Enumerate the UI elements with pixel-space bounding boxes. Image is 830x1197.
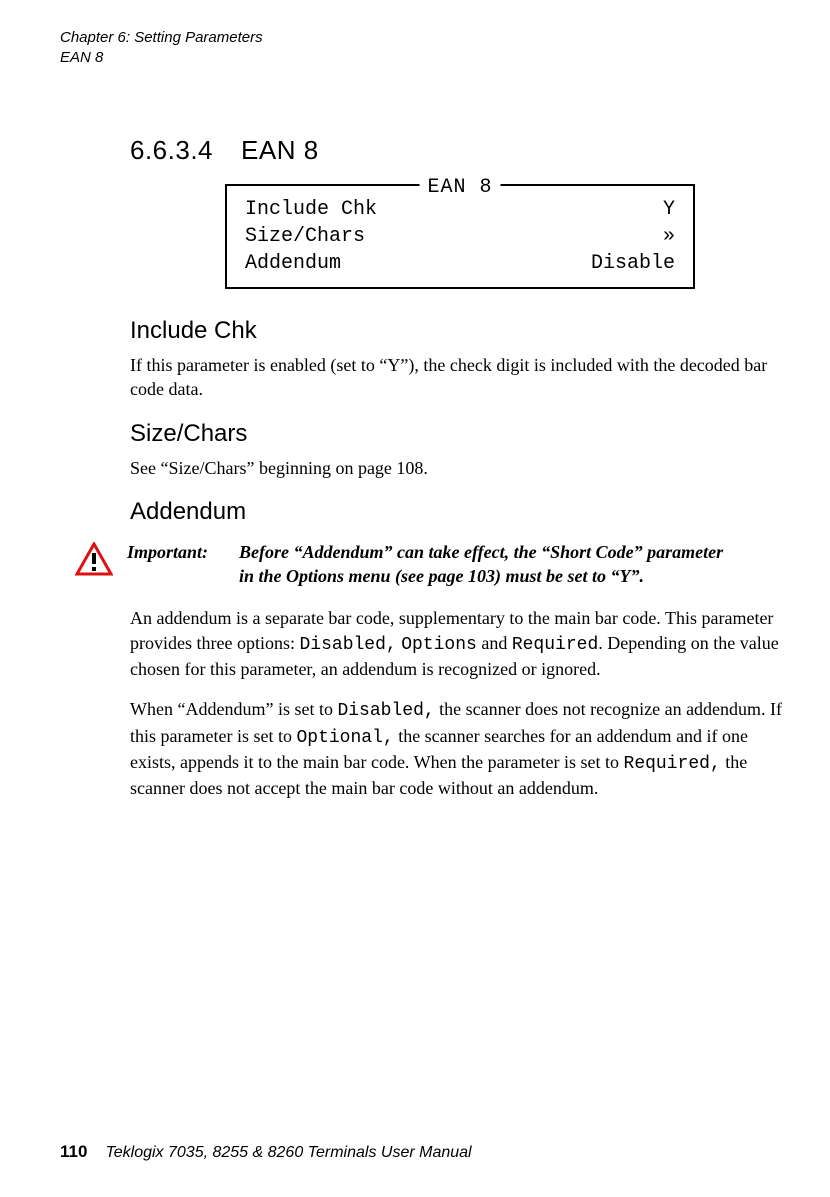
running-header: Chapter 6: Setting Parameters EAN 8 — [60, 28, 263, 67]
param-value: Disable — [591, 250, 675, 277]
manual-title: Teklogix 7035, 8255 & 8260 Terminals Use… — [105, 1144, 471, 1161]
addendum-heading: Addendum — [130, 498, 790, 526]
warning-icon — [75, 542, 113, 581]
important-text: Important:Before “Addendum” can take eff… — [127, 540, 723, 589]
important-label: Important: — [127, 540, 239, 564]
ean8-row-addendum: Addendum Disable — [245, 250, 675, 277]
header-chapter: Chapter 6: Setting Parameters — [60, 28, 263, 48]
code-text: Optional, — [296, 728, 393, 748]
text: When “Addendum” is set to — [130, 699, 337, 719]
section-title: EAN 8 — [241, 135, 319, 165]
important-line2: in the Options menu (see page 103) must … — [239, 564, 723, 588]
page: Chapter 6: Setting Parameters EAN 8 6.6.… — [0, 0, 830, 1197]
addendum-paragraph-2: When “Addendum” is set to Disabled, the … — [130, 697, 790, 800]
code-text: Options — [401, 635, 477, 655]
ean8-row-size-chars: Size/Chars » — [245, 223, 675, 250]
param-value: Y — [663, 196, 675, 223]
code-text: Disabled, — [299, 635, 396, 655]
content-area: 6.6.3.4 EAN 8 EAN 8 Include Chk Y Size/Ch… — [130, 135, 790, 817]
size-chars-heading: Size/Chars — [130, 420, 790, 448]
addendum-paragraph-1: An addendum is a separate bar code, supp… — [130, 606, 790, 681]
code-text: Required, — [624, 754, 721, 774]
header-subject: EAN 8 — [60, 48, 263, 68]
section-heading: 6.6.3.4 EAN 8 — [130, 135, 790, 166]
ean8-box-legend: EAN 8 — [419, 174, 500, 201]
code-text: Required — [512, 635, 598, 655]
include-chk-heading: Include Chk — [130, 317, 790, 345]
ean8-parameter-box: EAN 8 Include Chk Y Size/Chars » Addendu… — [225, 184, 695, 289]
important-line1: Before “Addendum” can take effect, the “… — [239, 542, 723, 562]
size-chars-text: See “Size/Chars” beginning on page 108. — [130, 456, 790, 480]
page-number: 110 — [60, 1142, 87, 1161]
page-footer: 110 Teklogix 7035, 8255 & 8260 Terminals … — [60, 1142, 472, 1162]
text: and — [477, 633, 512, 653]
param-label: Size/Chars — [245, 223, 365, 250]
code-text: Disabled, — [337, 701, 434, 721]
important-note: Important:Before “Addendum” can take eff… — [75, 540, 790, 589]
param-label: Addendum — [245, 250, 341, 277]
section-number: 6.6.3.4 — [130, 135, 213, 165]
param-value: » — [663, 223, 675, 250]
include-chk-text: If this parameter is enabled (set to “Y”… — [130, 353, 790, 402]
param-label: Include Chk — [245, 196, 377, 223]
